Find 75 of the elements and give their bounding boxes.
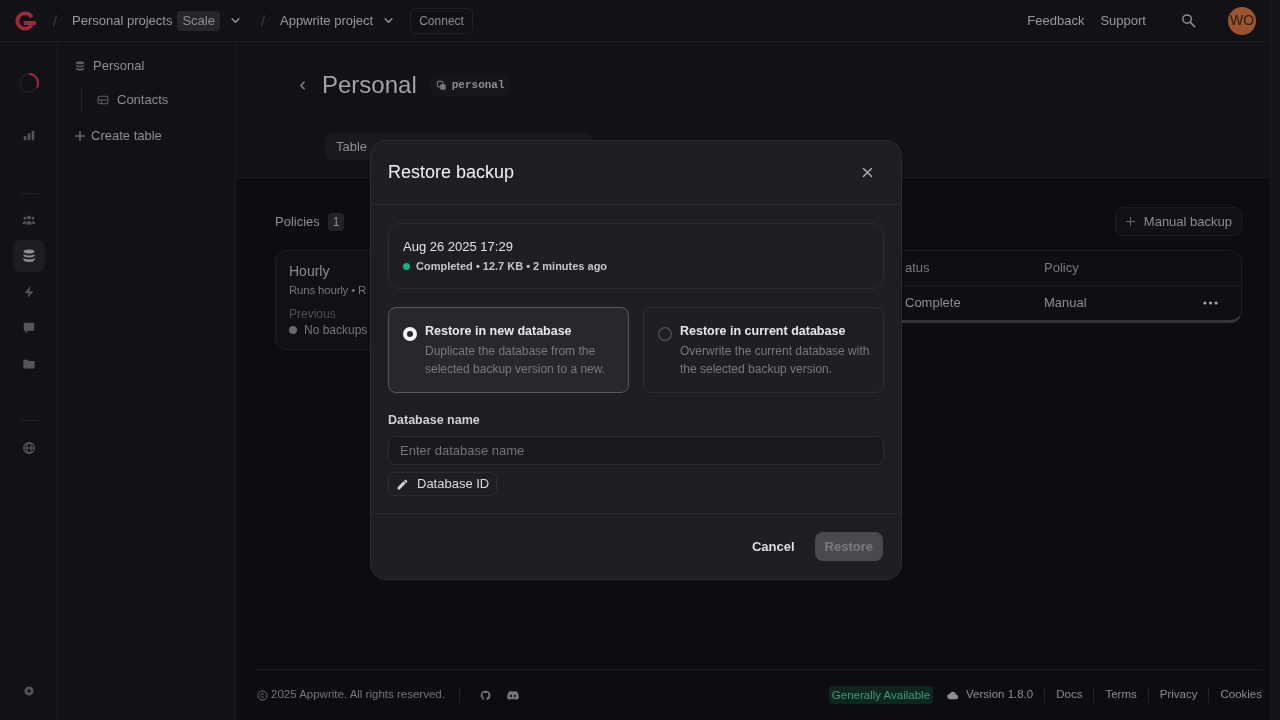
policy-schedule: Runs hourly • R [289,283,367,298]
breadcrumb-separator-icon [51,13,59,28]
github-icon[interactable] [479,689,491,701]
breadcrumb-separator-icon [259,13,267,28]
breadcrumb-link[interactable]: Personal projects [72,10,173,31]
header-link[interactable]: Feedback [1027,10,1085,31]
policy-name: Hourly [289,262,330,280]
section-title: Policies [275,212,320,231]
field-label: Database name [388,412,480,428]
footer-link[interactable]: Privacy [1159,686,1198,704]
radio-selected-icon[interactable] [403,327,417,341]
footer-link[interactable]: Terms [1105,686,1137,704]
sidebar-link[interactable]: Contacts [117,89,169,110]
close-icon[interactable] [861,166,874,179]
plan-badge: Scale [177,10,220,31]
chat-bubble-icon[interactable] [21,321,36,335]
plus-icon [74,130,86,142]
previous-status: No backups [304,322,368,338]
logo-icon[interactable] [14,10,37,31]
discord-icon[interactable] [506,690,519,700]
connect-button[interactable]: Connect [410,7,473,34]
folder-icon[interactable] [21,357,36,371]
database-name-field[interactable]: Enter database name [388,436,884,465]
chevron-down-icon[interactable] [230,15,241,26]
table-cell-text: Complete [905,294,962,313]
create-table-button[interactable]: Create table [74,124,162,148]
bar-chart-icon[interactable] [21,128,36,142]
sidebar-link[interactable]: Personal [93,56,145,76]
more-options-icon[interactable] [1203,301,1218,305]
status-dot-icon [289,326,297,334]
id-text: personal [451,77,505,93]
option-description: Duplicate the database from the selected backup version to a new. [425,343,607,378]
radio-empty-icon[interactable] [658,327,672,341]
loading-spinner-icon [17,72,40,94]
globe-icon[interactable] [21,441,36,455]
search-icon[interactable] [1181,13,1196,28]
header-link[interactable]: Support [1100,10,1146,31]
footer-link[interactable]: Cookies [1220,686,1262,704]
plus-icon [1124,216,1136,227]
database-icon [74,60,86,72]
manual-backup-button[interactable]: Manual backup [1114,207,1242,236]
availability-badge: Generally Available [828,686,934,704]
restore-option-card[interactable]: Restore in new database Duplicate the database from the selected backup version to a new. [388,307,629,393]
database-icon[interactable] [12,240,45,272]
version-text: Version 1.8.0 [966,687,1034,703]
tab[interactable]: Table [336,136,368,157]
table-icon [97,93,109,106]
copyright-text: 2025 Appwrite. All rights reserved. [271,687,445,703]
backup-date: Aug 26 2025 17:29 [403,238,513,256]
breadcrumb-link[interactable]: Appwrite project [280,10,374,31]
copyright-icon [257,689,268,701]
column-header: atus [905,259,931,278]
footer-link[interactable]: Docs [1056,686,1083,704]
people-icon[interactable] [21,213,36,227]
table-cell-text: Manual [1044,294,1088,313]
pencil-icon [396,477,409,491]
previous-label: Previous [289,306,336,322]
option-title: Restore in current database [680,323,846,339]
cancel-button[interactable]: Cancel [751,536,795,557]
cloud-icon [947,690,960,700]
page-title: Personal [322,70,417,100]
backup-details: Completed • 12.7 KB • 2 minutes ago [416,259,608,274]
settings-icon[interactable] [22,685,35,697]
column-header: Policy [1044,259,1080,278]
restore-option-card[interactable]: Restore in current database Overwrite the current database with the selected backup version. [643,307,884,393]
back-chevron-icon[interactable] [297,79,308,91]
status-dot-icon [403,262,410,270]
dialog-title: Restore backup [388,161,515,184]
chevron-down-icon[interactable] [383,15,395,26]
copy-icon[interactable] [435,79,447,91]
count-badge: 1 [327,212,345,231]
option-title: Restore in new database [425,323,572,339]
id-badge[interactable]: personal [430,74,510,96]
option-description: Overwrite the current database with the selected backup version. [680,343,871,378]
database-id-button[interactable]: Database ID [388,472,498,496]
